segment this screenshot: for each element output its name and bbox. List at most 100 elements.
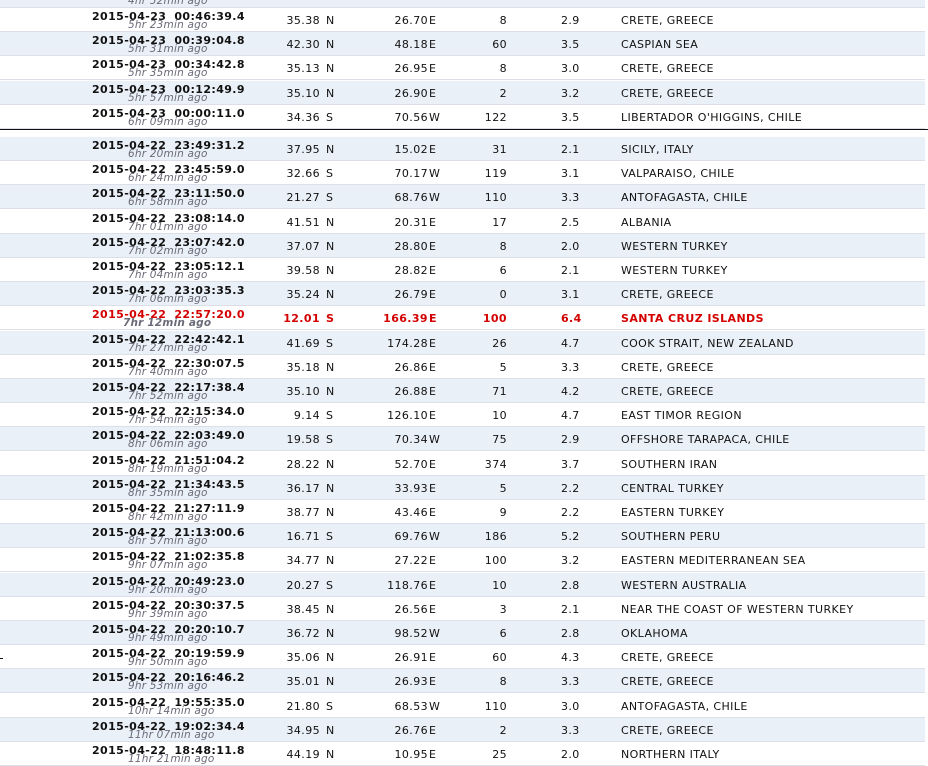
table-row[interactable]: 2015-04-22 22:03:49.0 8hr 06min ago 19.58 S 7… bbox=[0, 427, 925, 452]
longitude-direction: E bbox=[429, 578, 437, 592]
magnitude-value: 3.0 bbox=[561, 699, 580, 713]
table-row[interactable]: 2015-04-22 20:49:23.0 9hr 20min ago 20.27 S 1… bbox=[0, 572, 925, 597]
latitude-value: 35.06 bbox=[286, 651, 320, 665]
longitude-direction: E bbox=[429, 143, 437, 156]
table-row[interactable]: 2015-04-23 00:00:11.0 6hr 09min ago 34.36 S 7… bbox=[0, 105, 925, 129]
longitude-value: 26.70 bbox=[394, 14, 428, 27]
longitude-value: 28.80 bbox=[394, 239, 428, 253]
table-row[interactable]: 2015-04-22 23:03:35.3 7hr 06min ago 35.24 N 2… bbox=[0, 282, 925, 307]
table-row[interactable]: 4hr 52min ago bbox=[0, 0, 925, 8]
latitude-value: 41.51 bbox=[286, 215, 320, 229]
table-row[interactable]: 2015-04-22 20:30:37.5 9hr 39min ago 38.45 N 2… bbox=[0, 597, 925, 621]
latitude-direction: N bbox=[326, 385, 335, 398]
longitude-value: 26.91 bbox=[394, 651, 428, 665]
region-name: CRETE, GREECE bbox=[621, 651, 714, 665]
time-ago-label: 9hr 39min ago bbox=[128, 607, 208, 620]
latitude-value: 20.27 bbox=[286, 578, 320, 592]
time-ago-label: 7hr 04min ago bbox=[128, 269, 208, 281]
table-row[interactable]: 2015-04-22 23:49:31.2 6hr 20min ago 37.95 N 1… bbox=[0, 137, 925, 161]
magnitude-value: 4.3 bbox=[561, 651, 580, 665]
table-row[interactable]: 2015-04-23 00:34:42.8 5hr 35min ago 35.13 N 2… bbox=[0, 56, 925, 81]
latitude-direction: N bbox=[326, 264, 335, 277]
time-ago-label: 7hr 06min ago bbox=[128, 293, 208, 306]
table-row[interactable]: 2015-04-23 00:46:39.4 5hr 23min ago 35.38 N 2… bbox=[0, 8, 925, 32]
table-row[interactable]: 2015-04-22 22:17:38.4 7hr 52min ago 35.10 N 2… bbox=[0, 379, 925, 403]
depth-value: 8 bbox=[499, 14, 507, 27]
region-name: CRETE, GREECE bbox=[621, 675, 714, 689]
time-ago-label: 9hr 20min ago bbox=[128, 583, 208, 596]
latitude-value: 32.66 bbox=[286, 167, 320, 181]
latitude-value: 38.77 bbox=[286, 506, 320, 519]
magnitude-value: 6.4 bbox=[561, 312, 582, 326]
latitude-direction: N bbox=[326, 481, 335, 495]
latitude-value: 12.01 bbox=[283, 312, 320, 326]
longitude-direction: E bbox=[429, 602, 437, 616]
table-row[interactable]: 2015-04-22 21:51:04.2 8hr 19min ago 28.22 N 5… bbox=[0, 452, 925, 476]
magnitude-value: 5.2 bbox=[561, 530, 580, 544]
latitude-value: 34.77 bbox=[286, 554, 320, 568]
magnitude-value: 2.9 bbox=[561, 433, 580, 447]
magnitude-value: 2.8 bbox=[561, 578, 580, 592]
latitude-direction: N bbox=[326, 215, 335, 229]
table-row[interactable]: 2015-04-22 22:15:34.0 7hr 54min ago 9.14 S 12… bbox=[0, 403, 925, 428]
table-row[interactable]: 2015-04-22 23:11:50.0 6hr 58min ago 21.27 S 6… bbox=[0, 185, 925, 210]
region-name: SICILY, ITALY bbox=[621, 143, 694, 156]
table-row-highlighted[interactable]: 2015-04-22 22:57:20.0 7hr 12min ago 12.01 S 1… bbox=[0, 306, 925, 331]
region-name: OFFSHORE TARAPACA, CHILE bbox=[621, 433, 790, 447]
table-row[interactable]: 2015-04-22 18:48:11.8 11hr 21min ago 44.19 N… bbox=[0, 742, 925, 766]
region-name: NORTHERN ITALY bbox=[621, 748, 720, 761]
latitude-direction: N bbox=[326, 14, 335, 27]
magnitude-value: 4.7 bbox=[561, 336, 580, 350]
table-row[interactable]: 2015-04-23 00:12:49.9 5hr 57min ago 35.10 N 2… bbox=[0, 80, 925, 105]
region-name: CRETE, GREECE bbox=[621, 360, 714, 374]
table-row[interactable]: 2015-04-22 23:08:14.0 7hr 01min ago 41.51 N 2… bbox=[0, 210, 925, 234]
longitude-value: 166.39 bbox=[383, 312, 428, 326]
time-ago-label: 7hr 40min ago bbox=[128, 365, 208, 378]
latitude-value: 16.71 bbox=[286, 530, 320, 544]
depth-value: 2 bbox=[499, 723, 507, 737]
latitude-value: 19.58 bbox=[286, 433, 320, 447]
depth-value: 60 bbox=[492, 651, 507, 665]
table-row[interactable]: 2015-04-22 20:20:10.7 9hr 49min ago 36.72 N 9… bbox=[0, 621, 925, 645]
longitude-direction: E bbox=[429, 651, 437, 665]
latitude-value: 42.30 bbox=[286, 38, 320, 52]
depth-value: 10 bbox=[492, 409, 507, 423]
time-ago-label: 8hr 19min ago bbox=[128, 462, 208, 475]
table-row[interactable]: 2015-04-22 19:02:34.4 11hr 07min ago 34.95 N… bbox=[0, 717, 925, 742]
table-row[interactable]: 2015-04-22 22:30:07.5 7hr 40min ago 35.18 N 2… bbox=[0, 355, 925, 379]
table-row[interactable]: 2015-04-23 00:39:04.8 5hr 31min ago 42.30 N 4… bbox=[0, 32, 925, 57]
depth-value: 122 bbox=[484, 110, 507, 124]
latitude-value: 35.18 bbox=[286, 360, 320, 374]
table-row[interactable]: 2015-04-22 21:02:35.8 9hr 07min ago 34.77 N 2… bbox=[0, 548, 925, 573]
latitude-value: 21.80 bbox=[286, 699, 320, 713]
table-row[interactable]: 2015-04-22 20:19:59.9 9hr 50min ago 35.06 N 2… bbox=[0, 645, 925, 670]
table-row[interactable]: 2015-04-22 21:27:11.9 8hr 42min ago 38.77 N 4… bbox=[0, 500, 925, 524]
magnitude-value: 3.1 bbox=[561, 288, 580, 302]
table-row[interactable]: 2015-04-22 23:07:42.0 7hr 02min ago 37.07 N 2… bbox=[0, 233, 925, 258]
latitude-value: 36.72 bbox=[286, 627, 320, 640]
magnitude-value: 2.1 bbox=[561, 602, 580, 616]
table-row[interactable]: 2015-04-22 21:34:43.5 8hr 35min ago 36.17 N 3… bbox=[0, 475, 925, 500]
latitude-value: 9.14 bbox=[293, 409, 320, 423]
latitude-direction: S bbox=[326, 433, 334, 447]
longitude-value: 26.76 bbox=[394, 723, 428, 737]
table-row[interactable]: 2015-04-22 21:13:00.6 8hr 57min ago 16.71 S 6… bbox=[0, 524, 925, 549]
time-ago-label: 9hr 49min ago bbox=[128, 632, 208, 644]
latitude-value: 34.36 bbox=[286, 110, 320, 124]
longitude-value: 33.93 bbox=[394, 481, 428, 495]
time-ago-label: 6hr 24min ago bbox=[128, 172, 208, 185]
table-row[interactable]: 2015-04-22 23:05:12.1 7hr 04min ago 39.58 N 2… bbox=[0, 258, 925, 282]
time-ago-label: 7hr 27min ago bbox=[128, 341, 208, 354]
table-row[interactable]: 2015-04-22 23:45:59.0 6hr 24min ago 32.66 S 7… bbox=[0, 161, 925, 186]
table-row[interactable]: 2015-04-22 20:16:46.2 9hr 53min ago 35.01 N 2… bbox=[0, 669, 925, 694]
table-row[interactable]: 2015-04-22 19:55:35.0 10hr 14min ago 21.80 S… bbox=[0, 694, 925, 718]
longitude-value: 118.76 bbox=[387, 578, 428, 592]
latitude-direction: N bbox=[326, 86, 335, 100]
table-row[interactable]: 2015-04-22 22:42:42.1 7hr 27min ago 41.69 S 1… bbox=[0, 330, 925, 355]
longitude-value: 26.79 bbox=[394, 288, 428, 302]
longitude-direction: W bbox=[429, 699, 441, 713]
region-name: ANTOFAGASTA, CHILE bbox=[621, 191, 748, 205]
longitude-direction: E bbox=[429, 86, 437, 100]
longitude-value: 48.18 bbox=[394, 38, 428, 52]
depth-value: 3 bbox=[499, 602, 507, 616]
